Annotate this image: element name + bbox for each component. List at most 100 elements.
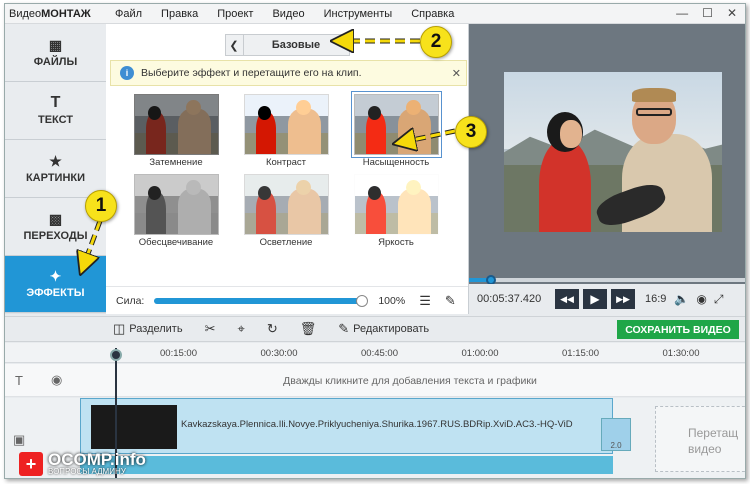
trash-icon: 🗑 <box>299 321 317 336</box>
crop-button[interactable]: ⌖ <box>237 321 244 337</box>
effects-grid: Затемнение Контраст Насыщенность Обесцвечив… <box>121 91 451 248</box>
effect-thumbnail <box>133 174 219 235</box>
timeline-tick-label: 00:15:00 <box>160 348 197 359</box>
sidebar-item-files[interactable]: ▦ ФАЙЛЫ <box>5 24 106 82</box>
effect-tile[interactable]: Обесцвечивание <box>121 174 231 248</box>
next-frame-button[interactable]: ▶▶ <box>611 289 635 309</box>
cut-button[interactable]: ✂ <box>205 321 216 337</box>
timeline-tick-label: 00:45:00 <box>361 348 398 359</box>
effect-tile[interactable]: Яркость <box>341 174 451 248</box>
close-icon[interactable]: ✕ <box>727 6 737 20</box>
video-camera-icon: ▣ <box>13 432 26 447</box>
split-icon: ◫ <box>113 321 126 336</box>
effect-tile[interactable]: Контраст <box>231 94 341 168</box>
effect-thumbnail <box>243 94 329 155</box>
close-icon[interactable]: ✕ <box>452 67 461 80</box>
sidebar: ▦ ФАЙЛЫ T ТЕКСТ ★ КАРТИНКИ ▩ ПЕРЕХОДЫ ✦ … <box>5 24 106 314</box>
sidebar-item-label: ФАЙЛЫ <box>33 55 78 68</box>
sidebar-item-label: КАРТИНКИ <box>25 171 86 184</box>
timeline-tick-label: 01:00:00 <box>461 348 499 359</box>
effects-panel: ❮ Базовые i Выберите эффект и перетащите… <box>106 24 469 314</box>
watermark-logo: + OCOMP.info ВОПРОСЫ АДМИНУ <box>19 450 179 478</box>
sidebar-item-effects[interactable]: ✦ ЭФФЕКТЫ <box>5 256 106 313</box>
effect-tile[interactable]: Осветление <box>231 174 341 248</box>
save-video-button[interactable]: СОХРАНИТЬ ВИДЕО <box>617 320 739 339</box>
split-button[interactable]: ◫ Разделить <box>113 321 183 337</box>
video-clip[interactable]: Kavkazskaya.Plennica.Ili.Novye.Priklyuch… <box>80 398 613 454</box>
power-label: Сила: <box>116 294 145 307</box>
effect-thumbnail <box>133 94 219 155</box>
menu-tools[interactable]: Инструменты <box>324 8 393 20</box>
plus-icon: + <box>19 452 43 476</box>
sidebar-item-pictures[interactable]: ★ КАРТИНКИ <box>5 140 106 198</box>
edit-button[interactable]: ✎ Редактировать <box>338 321 429 337</box>
brush-icon[interactable]: ✎ <box>445 293 456 309</box>
clip-end-marker[interactable]: 2.0 <box>601 418 631 451</box>
sidebar-item-text[interactable]: T ТЕКСТ <box>5 82 106 140</box>
effect-label: Осветление <box>259 237 313 248</box>
effect-label: Контраст <box>265 157 307 168</box>
chevron-left-icon[interactable]: ❮ <box>226 35 244 55</box>
sidebar-item-label: ТЕКСТ <box>37 113 73 126</box>
clip-name: Kavkazskaya.Plennica.Ili.Novye.Priklyuch… <box>181 419 573 430</box>
menu-edit[interactable]: Правка <box>161 8 198 20</box>
play-button[interactable]: ▶ <box>583 289 607 309</box>
effect-label: Затемнение <box>149 157 203 168</box>
effect-tile[interactable]: Затемнение <box>121 94 231 168</box>
edit-toolbar: ◫ Разделить ✂ ⌖ ↻ 🗑 ✎ Редактировать СОХР… <box>5 316 745 342</box>
effect-label: Насыщенность <box>362 157 430 168</box>
edit-label: Редактировать <box>353 323 430 335</box>
settings-sliders-icon[interactable]: ☰ <box>419 293 431 309</box>
sidebar-item-label: ЭФФЕКТЫ <box>26 287 85 299</box>
window-controls: — ☐ ✕ <box>676 6 737 20</box>
volume-icon[interactable]: 🔈 <box>674 292 689 306</box>
effect-thumbnail <box>243 174 329 235</box>
effect-tile[interactable]: Насыщенность <box>341 91 451 168</box>
split-label: Разделить <box>129 323 183 335</box>
text-icon: T <box>50 93 61 111</box>
menu-video[interactable]: Видео <box>272 8 304 20</box>
minimize-icon[interactable]: — <box>676 6 688 20</box>
menu-project[interactable]: Проект <box>217 8 253 20</box>
effect-label: Обесцвечивание <box>138 237 214 248</box>
drop-zone[interactable]: Перетащ видео <box>655 406 745 472</box>
rotate-button[interactable]: ↻ <box>267 321 278 337</box>
crop-icon: ⌖ <box>237 321 245 336</box>
skip-forward-icon: ▶▶ <box>616 293 630 304</box>
playback-scrubber[interactable] <box>469 275 745 285</box>
power-slider[interactable] <box>154 294 369 307</box>
scissors-icon: ✂ <box>204 321 216 336</box>
annotation-badge-1: 1 <box>85 190 117 222</box>
image-icon: ▦ <box>48 36 63 53</box>
power-bar: Сила: 100% ☰ ✎ <box>106 286 468 314</box>
annotation-badge-2: 2 <box>420 26 452 58</box>
power-slider-handle[interactable] <box>356 294 369 307</box>
timeline-tick-label: 00:30:00 <box>260 348 298 359</box>
effect-thumbnail <box>350 91 442 158</box>
effect-thumbnail <box>353 174 439 235</box>
current-time: 00:05:37.420 <box>477 293 542 305</box>
aspect-ratio[interactable]: 16:9 <box>645 293 666 305</box>
menu-file[interactable]: Файл <box>115 8 142 20</box>
clip-thumbnail <box>91 405 177 449</box>
edit-icon: ✎ <box>338 321 350 336</box>
app-window: ВидеоМОНТАЖ Файл Правка Проект Видео Инс… <box>4 3 746 479</box>
preview-panel: 00:05:37.420 ◀◀ ▶ ▶▶ 16:9 🔈 ◉ ⤢ <box>469 24 745 314</box>
maximize-icon[interactable]: ☐ <box>702 6 713 20</box>
category-selector: ❮ Базовые <box>224 34 350 56</box>
skip-back-icon: ◀◀ <box>560 293 574 304</box>
playhead-handle[interactable] <box>110 349 122 361</box>
menu-help[interactable]: Справка <box>411 8 454 20</box>
category-title: Базовые <box>271 39 321 51</box>
camera-icon[interactable]: ◉ <box>696 292 706 306</box>
info-icon: i <box>120 66 134 80</box>
rotate-icon: ↻ <box>266 321 278 336</box>
fullscreen-icon[interactable]: ⤢ <box>714 292 724 307</box>
menu-bar: ВидеоМОНТАЖ Файл Правка Проект Видео Инс… <box>5 4 745 24</box>
prev-frame-button[interactable]: ◀◀ <box>555 289 579 309</box>
watermark-text: OCOMP.info <box>48 449 146 469</box>
delete-button[interactable]: 🗑 <box>300 321 317 337</box>
star-icon: ★ <box>49 152 62 169</box>
effect-label: Яркость <box>378 237 414 248</box>
power-slider-fill <box>154 297 365 304</box>
